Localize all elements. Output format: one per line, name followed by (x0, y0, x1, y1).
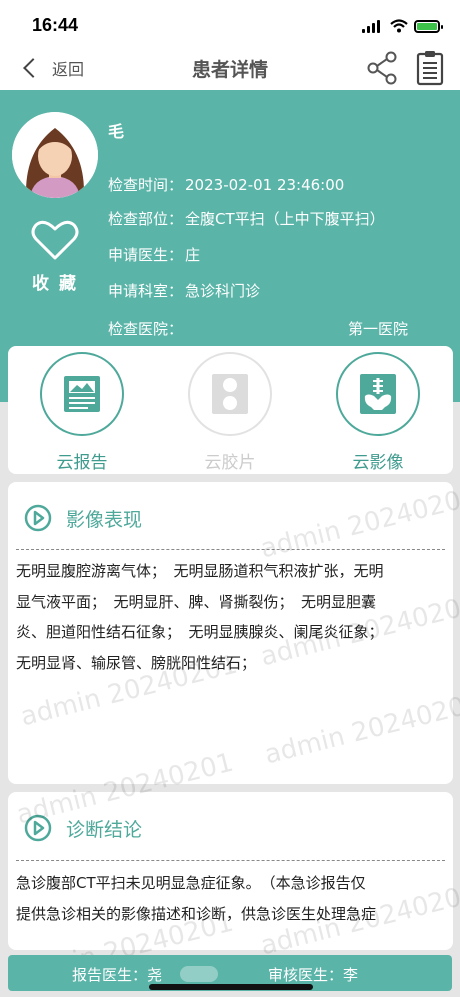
heart-icon (31, 220, 79, 260)
conclusion-header: 诊断结论 (24, 814, 142, 842)
review-doctor: 审核医生：李 (268, 966, 359, 984)
exam-part-value: 全腹CT平扫（上中下腹平扫） (185, 210, 385, 228)
cloud-image-label: 云影像 (352, 453, 404, 473)
cloud-report-label: 云报告 (56, 453, 108, 473)
findings-divider (16, 549, 445, 550)
status-bar: 16:44 (0, 0, 460, 46)
conclusion-text: 急诊腹部CT平扫未见明显急症征象。 （本急诊报告仅 提供急诊相关的影像描述和诊断… (16, 868, 446, 929)
findings-line: 无明显腹腔游离气体； 无明显肠道积气积液扩张，无明 (16, 562, 384, 580)
conclusion-line: 提供急诊相关的影像描述和诊断，供急诊医生处理急症 (16, 904, 377, 923)
hospital-row: 检查医院： (108, 318, 183, 339)
exam-time-row: 检查时间： 2023-02-01 23:46:00 (108, 174, 344, 195)
battery-icon (414, 19, 443, 33)
favorite-label: 收 藏 (32, 274, 78, 294)
xray-icon (360, 374, 396, 414)
home-indicator (149, 984, 313, 990)
findings-line: 炎、胆道阳性结石征象； 无明显胰腺炎、阑尾炎征象； (16, 623, 384, 641)
avatar-female-icon (12, 112, 98, 198)
film-icon (212, 374, 248, 414)
status-icons (362, 18, 443, 34)
clipboard-icon[interactable] (416, 50, 444, 86)
wifi-icon (390, 19, 408, 33)
doctor-label: 申请医生： (108, 246, 184, 264)
conclusion-line: 急诊腹部CT平扫未见明显急症征象。 （本急诊报告仅 (16, 874, 366, 892)
findings-line: 无明显肾、输尿管、膀胱阳性结石； (16, 653, 257, 672)
tool-card: 云报告 云胶片 云影像 (8, 346, 453, 474)
exam-part-label: 检查部位： (108, 210, 184, 228)
doctor-value: 庄 (185, 246, 201, 264)
findings-card: 影像表现 无明显腹腔游离气体； 无明显肠道积气积液扩张，无明 显气液平面； 无明… (8, 482, 453, 784)
exam-time-value: 2023-02-01 23:46:00 (185, 176, 345, 194)
findings-title: 影像表现 (66, 508, 143, 531)
status-time: 16:44 (32, 15, 79, 35)
redacted-blur (180, 966, 218, 982)
cloud-film-label: 云胶片 (204, 453, 256, 473)
cloud-image-button[interactable]: 云影像 (336, 352, 420, 473)
hospital-label: 检查医院： (108, 320, 184, 338)
signal-icon (362, 19, 382, 33)
doctor-row: 申请医生：庄 (108, 244, 200, 265)
dept-value: 急诊科门诊 (185, 282, 261, 300)
dept-label: 申请科室： (108, 282, 184, 300)
favorite-button[interactable]: 收 藏 (28, 218, 82, 294)
report-icon (64, 376, 100, 412)
exam-time-label: 检查时间： (108, 176, 184, 194)
conclusion-title: 诊断结论 (66, 818, 143, 841)
share-icon[interactable] (366, 51, 398, 85)
exam-part-row: 检查部位： 全腹CT平扫（上中下腹平扫） (108, 208, 385, 229)
findings-header: 影像表现 (24, 504, 142, 532)
findings-text: 无明显腹腔游离气体； 无明显肠道积气积液扩张，无明 显气液平面； 无明显肝、脾、… (16, 556, 446, 678)
conclusion-divider (16, 860, 445, 861)
play-circle-icon (24, 504, 52, 532)
report-doctor: 报告医生：尧 (72, 966, 163, 984)
avatar (12, 112, 98, 198)
findings-line: 显气液平面； 无明显肝、脾、肾撕裂伤； 无明显胆囊 (16, 592, 377, 611)
play-circle-icon (24, 814, 52, 842)
patient-name: 毛 (108, 122, 125, 141)
hospital-value: 第一医院 (348, 320, 409, 338)
cloud-report-button[interactable]: 云报告 (40, 352, 124, 473)
nav-bar: 返回 患者详情 (0, 46, 460, 90)
conclusion-card: 诊断结论 急诊腹部CT平扫未见明显急症征象。 （本急诊报告仅 提供急诊相关的影像… (8, 792, 453, 950)
cloud-film-button[interactable]: 云胶片 (188, 352, 272, 473)
dept-row: 申请科室： 急诊科门诊 (108, 280, 260, 301)
